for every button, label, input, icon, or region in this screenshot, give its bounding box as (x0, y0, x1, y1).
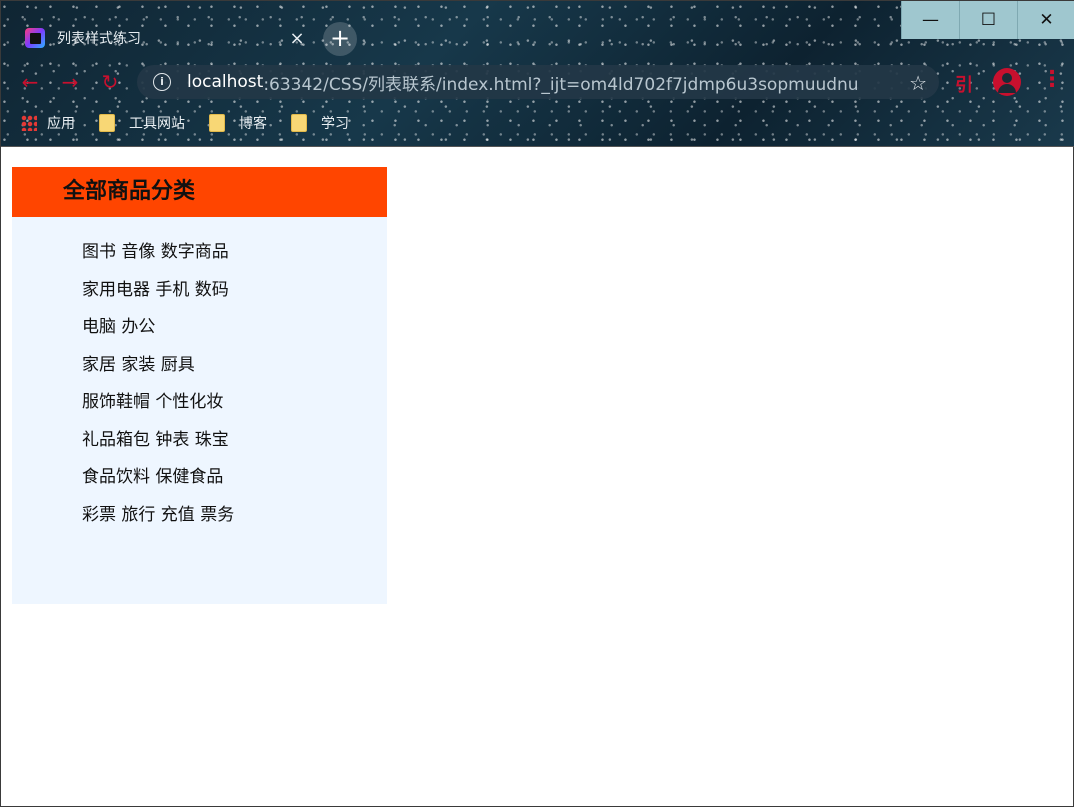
back-arrow-icon[interactable]: ← (17, 69, 43, 95)
bookmark-label: 工具网站 (129, 116, 185, 132)
navigation-bar: ← → ↻ i localhost:63342/CSS/列表联系/index.h… (1, 63, 1074, 101)
bookmark-label: 应用 (47, 116, 75, 132)
tab-close-icon[interactable]: × (287, 28, 307, 49)
info-icon[interactable]: i (153, 73, 171, 91)
tab-title: 列表样式练习 (57, 31, 141, 47)
category-item[interactable]: 彩票 旅行 充值 票务 (82, 503, 387, 541)
browser-chrome: 列表样式练习 × + — ☐ ✕ ← → ↻ i localhost:63342… (1, 1, 1074, 147)
folder-icon (99, 114, 115, 132)
bookmark-blog[interactable]: 博客 (207, 113, 267, 133)
category-item[interactable]: 服饰鞋帽 个性化妆 (82, 390, 387, 428)
folder-icon (209, 114, 225, 132)
webstorm-icon (25, 28, 45, 48)
bookmark-study[interactable]: 学习 (289, 113, 349, 133)
bookmark-label: 学习 (321, 116, 349, 132)
apps-grid-icon (21, 115, 37, 131)
new-tab-button[interactable]: + (323, 22, 357, 56)
bookmark-tools[interactable]: 工具网站 (97, 113, 185, 133)
category-item[interactable]: 食品饮料 保健食品 (82, 465, 387, 503)
category-panel: 全部商品分类 图书 音像 数字商品 家用电器 手机 数码 电脑 办公 家居 家装… (12, 167, 387, 604)
maximize-button[interactable]: ☐ (959, 1, 1017, 39)
category-item[interactable]: 电脑 办公 (82, 315, 387, 353)
address-bar[interactable]: i localhost:63342/CSS/列表联系/index.html?_i… (137, 65, 939, 99)
browser-tab[interactable]: 列表样式练习 × (13, 19, 311, 57)
reload-icon[interactable]: ↻ (97, 69, 123, 95)
extension-icon[interactable]: 引 (955, 71, 973, 97)
url-path: :63342/CSS/列表联系/index.html?_ijt=om4ld702… (263, 74, 859, 95)
category-header: 全部商品分类 (12, 167, 387, 217)
category-item[interactable]: 图书 音像 数字商品 (82, 240, 387, 278)
bookmark-apps[interactable]: 应用 (21, 113, 75, 133)
profile-avatar-icon[interactable] (993, 68, 1021, 96)
close-window-button[interactable]: ✕ (1017, 1, 1074, 39)
bookmarks-bar: 应用 工具网站 博客 学习 (1, 109, 1074, 137)
forward-arrow-icon[interactable]: → (57, 69, 83, 95)
url-host: localhost (187, 72, 264, 92)
window-controls: — ☐ ✕ (901, 1, 1074, 39)
category-item[interactable]: 家居 家装 厨具 (82, 353, 387, 391)
folder-icon (291, 114, 307, 132)
category-item[interactable]: 礼品箱包 钟表 珠宝 (82, 428, 387, 466)
bookmark-star-icon[interactable]: ☆ (909, 71, 927, 95)
category-list: 图书 音像 数字商品 家用电器 手机 数码 电脑 办公 家居 家装 厨具 服饰鞋… (12, 217, 387, 540)
bookmark-label: 博客 (239, 116, 267, 132)
browser-menu-icon[interactable]: ⋮ (1041, 67, 1063, 92)
minimize-button[interactable]: — (901, 1, 959, 39)
category-item[interactable]: 家用电器 手机 数码 (82, 278, 387, 316)
